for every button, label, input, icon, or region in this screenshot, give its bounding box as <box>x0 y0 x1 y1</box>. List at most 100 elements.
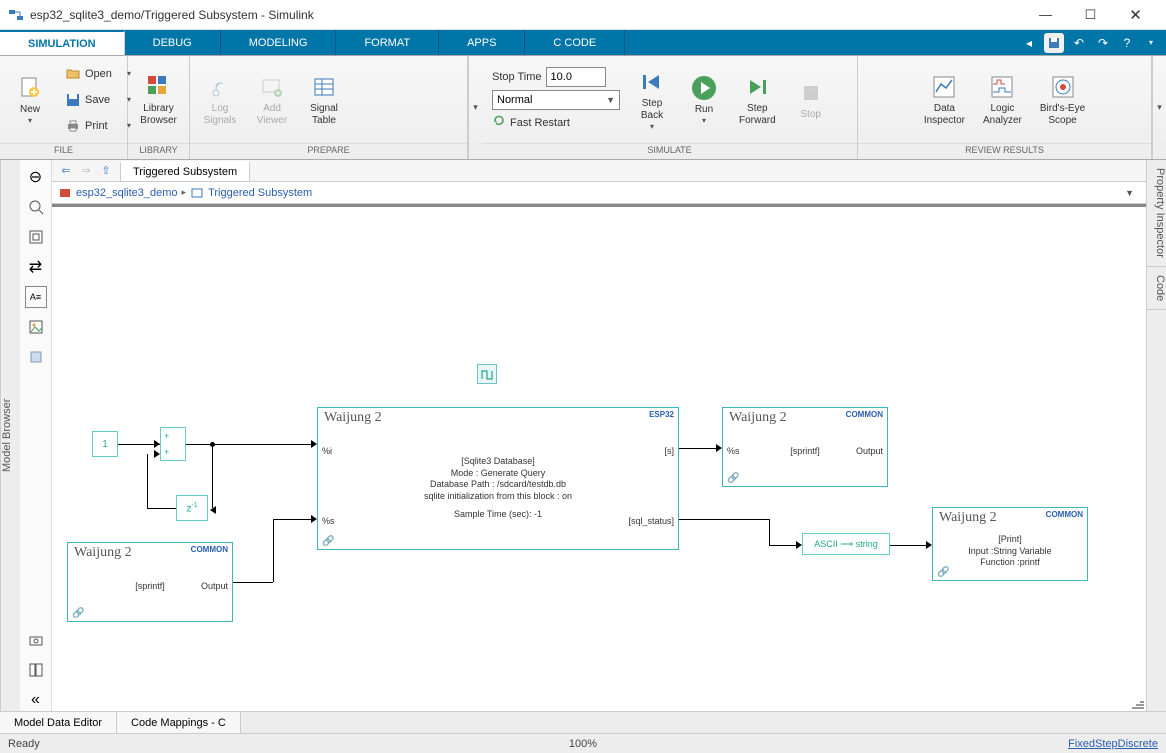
unit-delay-block[interactable]: z-1 <box>176 495 208 521</box>
open-button[interactable]: Open ▾ <box>58 62 138 86</box>
stoptime-label: Stop Time <box>492 71 542 83</box>
qat-save-button[interactable] <box>1044 33 1064 53</box>
toggle-sample-time-button[interactable]: ⇄ <box>25 256 47 278</box>
hide-palette-button[interactable]: ⊖ <box>25 166 47 188</box>
add-viewer-button[interactable]: Add Viewer <box>248 61 296 139</box>
trigger-port-block[interactable] <box>477 364 497 384</box>
tab-apps[interactable]: APPS <box>439 30 525 55</box>
wire <box>769 519 770 545</box>
code-sidebar[interactable]: Code <box>1147 267 1166 310</box>
fast-restart-button[interactable]: Fast Restart <box>492 113 620 132</box>
stoptime-input[interactable] <box>546 67 606 87</box>
wire <box>212 444 213 508</box>
step-forward-button[interactable]: Step Forward <box>732 61 783 139</box>
canvas-wrap: ⇐ ⇒ ⇧ Triggered Subsystem esp32_sqlite3_… <box>52 160 1146 711</box>
subsystem-icon <box>190 186 204 200</box>
qat-undo-button[interactable]: ↶ <box>1070 34 1088 52</box>
new-button[interactable]: New ▾ <box>6 61 54 139</box>
title-bar: esp32_sqlite3_demo/Triggered Subsystem -… <box>0 0 1166 30</box>
zoom-button[interactable] <box>25 196 47 218</box>
tab-format[interactable]: FORMAT <box>336 30 439 55</box>
model-canvas[interactable]: 1 + + z-1 Waijung 2 COMMON [sprintf] Out… <box>52 204 1146 711</box>
sprintf-block-right[interactable]: Waijung 2 COMMON %s [sprintf] Output 🔗 <box>722 407 888 487</box>
stop-button[interactable]: Stop <box>787 61 835 139</box>
ribbon-toolstrip: New ▾ Open ▾ Save ▾ Print ▾ <box>0 56 1166 160</box>
tab-simulation[interactable]: SIMULATION <box>0 30 125 55</box>
breadcrumb-leaf[interactable]: Triggered Subsystem <box>208 187 312 199</box>
link-icon: 🔗 <box>322 536 334 547</box>
step-back-button[interactable]: Step Back ▾ <box>628 61 676 139</box>
library-browser-button[interactable]: Library Browser <box>134 61 183 139</box>
status-ready: Ready <box>8 738 391 750</box>
arrowhead-icon <box>210 506 216 514</box>
status-zoom[interactable]: 100% <box>391 738 774 750</box>
minimize-button[interactable]: — <box>1023 1 1068 29</box>
model-root-icon[interactable] <box>58 186 72 200</box>
wire <box>147 454 148 508</box>
wire <box>890 545 926 546</box>
breadcrumb-root[interactable]: esp32_sqlite3_demo <box>76 187 178 199</box>
prepare-overflow-button[interactable]: ▾ <box>468 56 482 159</box>
wire <box>233 582 273 583</box>
link-icon: 🔗 <box>72 608 84 619</box>
model-explorer-button[interactable] <box>25 659 47 681</box>
birds-eye-button[interactable]: Bird's-Eye Scope <box>1033 61 1092 139</box>
fit-view-button[interactable] <box>25 226 47 248</box>
stop-icon <box>797 79 825 107</box>
breadcrumb-bar: esp32_sqlite3_demo ▸ Triggered Subsystem… <box>52 182 1146 204</box>
tab-model-data-editor[interactable]: Model Data Editor <box>0 712 117 733</box>
print-block[interactable]: Waijung 2 COMMON [Print] Input :String V… <box>932 507 1088 581</box>
ascii-to-string-block[interactable]: ASCII ⟶ string <box>802 533 890 555</box>
logic-analyzer-icon <box>988 73 1016 101</box>
status-solver[interactable]: FixedStepDiscrete <box>775 738 1158 750</box>
screenshot-button[interactable] <box>25 629 47 651</box>
qat-expand-icon[interactable]: ◂ <box>1020 34 1038 52</box>
signal-table-button[interactable]: Signal Table <box>300 61 348 139</box>
birds-eye-icon <box>1049 73 1077 101</box>
qat-help-button[interactable]: ? <box>1118 34 1136 52</box>
qat-more-icon[interactable]: ▾ <box>1142 34 1160 52</box>
arrowhead-icon <box>154 450 160 458</box>
arrowhead-icon <box>311 440 317 448</box>
main-area: Model Browser ⊖ ⇄ A≡ « ⇐ ⇒ ⇧ Triggered S… <box>0 160 1166 711</box>
data-inspector-icon <box>930 73 958 101</box>
save-button[interactable]: Save ▾ <box>58 88 138 112</box>
wire <box>147 508 176 509</box>
tab-ccode[interactable]: C CODE <box>525 30 625 55</box>
close-button[interactable]: ✕ <box>1113 1 1158 29</box>
breadcrumb-dropdown-icon[interactable]: ▼ <box>1125 188 1134 198</box>
constant-block[interactable]: 1 <box>92 431 118 457</box>
simulation-mode-select[interactable]: Normal ▼ <box>492 90 620 110</box>
folder-open-icon <box>65 66 81 82</box>
maximize-button[interactable]: ☐ <box>1068 1 1113 29</box>
group-label-simulate: SIMULATE <box>482 143 857 159</box>
collapse-palette-button[interactable]: « <box>25 689 47 711</box>
nav-back-button[interactable]: ⇐ <box>58 163 74 179</box>
area-button[interactable] <box>25 346 47 368</box>
nav-forward-button[interactable]: ⇒ <box>78 163 94 179</box>
arrowhead-icon <box>154 440 160 448</box>
run-button[interactable]: Run ▾ <box>680 61 728 139</box>
print-button[interactable]: Print ▾ <box>58 114 138 138</box>
doc-tab-triggered-subsystem[interactable]: Triggered Subsystem <box>120 161 250 181</box>
property-inspector-sidebar[interactable]: Property Inspector <box>1147 160 1166 267</box>
wire <box>679 519 769 520</box>
model-browser-sidebar[interactable]: Model Browser <box>0 160 20 711</box>
sprintf-block-bottom[interactable]: Waijung 2 COMMON [sprintf] Output 🔗 <box>67 542 233 622</box>
sqlite-block[interactable]: Waijung 2 ESP32 %i %s [s] [sql_status] [… <box>317 407 679 550</box>
nav-up-button[interactable]: ⇧ <box>98 163 114 179</box>
image-button[interactable] <box>25 316 47 338</box>
data-inspector-button[interactable]: Data Inspector <box>917 61 972 139</box>
log-signals-button[interactable]: Log Signals <box>196 61 244 139</box>
review-overflow-button[interactable]: ▾ <box>1152 56 1166 159</box>
tab-modeling[interactable]: MODELING <box>221 30 337 55</box>
tab-debug[interactable]: DEBUG <box>125 30 221 55</box>
wire <box>186 444 311 445</box>
ribbon-tabstrip: SIMULATION DEBUG MODELING FORMAT APPS C … <box>0 30 1166 56</box>
sum-block[interactable]: + + <box>160 427 186 461</box>
annotation-button[interactable]: A≡ <box>25 286 47 308</box>
group-label-library: LIBRARY <box>128 143 189 159</box>
qat-redo-button[interactable]: ↷ <box>1094 34 1112 52</box>
logic-analyzer-button[interactable]: Logic Analyzer <box>976 61 1029 139</box>
tab-code-mappings[interactable]: Code Mappings - C <box>117 712 241 733</box>
